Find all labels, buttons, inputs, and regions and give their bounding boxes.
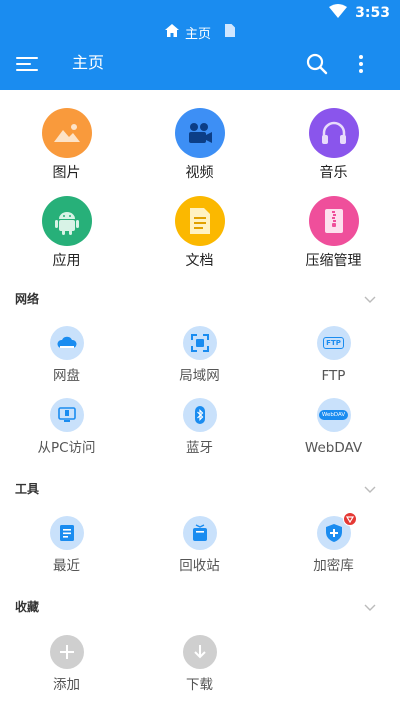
network-label: 局域网 [179,368,220,384]
status-bar: 3:53 [329,4,390,22]
network-item-ftp[interactable]: FTP FTP [267,326,400,385]
category-grid: 图片 视频 音乐 应用 文档 压缩管理 [0,108,400,278]
favorite-label: 添加 [53,677,80,693]
category-label: 音乐 [319,165,348,181]
network-label: WebDAV [304,440,363,456]
chevron-down-icon[interactable] [363,291,377,305]
search-icon[interactable] [304,51,330,77]
section-favorites-header: 收藏 [0,596,400,616]
network-item-webdav[interactable]: WebDAV WebDAV [267,398,400,457]
webdav-icon: WebDAV [316,398,351,432]
section-network-header: 网络 [0,288,400,308]
tool-label: 加密库 [313,558,354,574]
network-item-bluetooth[interactable]: 蓝牙 [133,398,266,457]
category-documents[interactable]: 文档 [133,196,266,270]
vip-badge-icon [342,512,357,526]
image-icon [41,108,92,158]
monitor-icon [49,398,84,432]
bluetooth-icon [182,398,217,432]
category-archives[interactable]: 压缩管理 [267,196,400,270]
tool-item-vault[interactable]: 加密库 [267,512,400,575]
section-title: 收藏 [15,600,40,614]
category-label: 图片 [52,165,81,181]
home-icon[interactable] [164,23,179,41]
section-title: 工具 [15,482,40,496]
breadcrumb-label[interactable]: 主页 [185,23,211,42]
video-icon [174,108,225,158]
page-title: 主页 [72,53,105,72]
chevron-down-icon[interactable] [363,599,377,613]
top-bar: 3:53 主页 主页 [0,0,400,90]
breadcrumb[interactable]: 主页 [0,22,400,42]
favorite-item-download[interactable]: 下载 [133,635,266,694]
tool-label: 最近 [53,558,80,574]
plus-icon [49,635,84,669]
recycle-bin-icon [182,516,217,550]
network-grid: 网盘 局域网 FTP FTP 从PC访问 蓝牙 WebDAV WebDAV [0,326,400,461]
hamburger-icon[interactable] [16,52,40,76]
cloud-icon [49,326,84,360]
status-time: 3:53 [355,5,390,21]
ftp-icon: FTP [316,326,351,360]
network-label: 网盘 [53,368,80,384]
shield-icon [316,512,357,550]
headphones-icon [308,108,359,158]
category-video[interactable]: 视频 [133,108,266,182]
webdav-icon-text: WebDAV [318,410,349,420]
favorite-label: 下载 [186,677,213,693]
app-bar: 主页 [0,42,400,86]
tool-item-recycle-bin[interactable]: 回收站 [133,516,266,575]
section-tools-header: 工具 [0,478,400,498]
network-item-pc-access[interactable]: 从PC访问 [0,398,133,457]
category-images[interactable]: 图片 [0,108,133,182]
favorite-item-add[interactable]: 添加 [0,635,133,694]
wifi-icon [329,4,348,22]
tool-item-recent[interactable]: 最近 [0,516,133,575]
category-music[interactable]: 音乐 [267,108,400,182]
favorites-grid: 添加 下载 [0,635,400,695]
category-apps[interactable]: 应用 [0,196,133,270]
ftp-icon-text: FTP [323,337,344,349]
category-label: 视频 [185,165,214,181]
more-vertical-icon[interactable] [350,51,372,77]
network-label: 蓝牙 [186,440,213,456]
section-title: 网络 [15,292,40,306]
chevron-down-icon[interactable] [363,481,377,495]
tool-label: 回收站 [179,558,220,574]
document-icon [174,196,225,246]
download-icon [182,635,217,669]
category-label: 应用 [52,253,81,269]
tools-grid: 最近 回收站 加密库 [0,512,400,576]
document-icon[interactable] [225,23,235,41]
category-label: 文档 [185,253,214,269]
lan-icon [182,326,217,360]
android-icon [41,196,92,246]
network-item-lan[interactable]: 局域网 [133,326,266,385]
network-label: 从PC访问 [37,440,96,456]
category-label: 压缩管理 [305,253,362,269]
network-item-cloud-drive[interactable]: 网盘 [0,326,133,385]
archive-icon [308,196,359,246]
network-label: FTP [321,368,346,384]
recent-icon [49,516,84,550]
